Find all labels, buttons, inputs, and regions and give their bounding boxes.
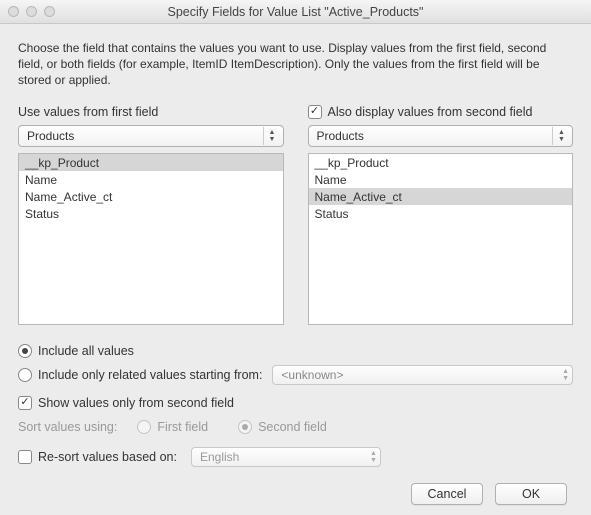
first-field-column: Use values from first field Products ▲▼ … xyxy=(18,103,284,325)
show-second-only-label: Show values only from second field xyxy=(38,396,234,410)
include-related-value: <unknown> xyxy=(281,368,343,382)
also-display-label: Also display values from second field xyxy=(328,105,533,119)
include-all-row: Include all values xyxy=(18,339,573,363)
list-item[interactable]: Name_Active_ct xyxy=(309,188,573,205)
sort-second-label: Second field xyxy=(258,420,327,434)
list-item[interactable]: Name xyxy=(19,171,283,188)
resort-row: Re-sort values based on: English ▲▼ xyxy=(18,445,573,469)
ok-button[interactable]: OK xyxy=(495,483,567,505)
sort-first-label: First field xyxy=(157,420,208,434)
window-title: Specify Fields for Value List "Active_Pr… xyxy=(8,5,583,19)
list-item[interactable]: Status xyxy=(19,205,283,222)
select-arrows-icon: ▲▼ xyxy=(263,127,281,145)
list-item[interactable]: Name xyxy=(309,171,573,188)
first-field-table-select[interactable]: Products ▲▼ xyxy=(18,125,284,147)
dialog-buttons: Cancel OK xyxy=(18,483,573,505)
second-field-table-value: Products xyxy=(317,129,364,143)
window-controls xyxy=(8,6,55,17)
sort-first-radio xyxy=(137,420,151,434)
include-related-select[interactable]: <unknown> ▲▼ xyxy=(272,365,573,385)
list-item[interactable]: Status xyxy=(309,205,573,222)
select-arrows-icon: ▲▼ xyxy=(562,368,569,382)
also-display-checkbox[interactable] xyxy=(308,105,322,119)
list-item[interactable]: __kp_Product xyxy=(309,154,573,171)
second-field-table-select[interactable]: Products ▲▼ xyxy=(308,125,574,147)
select-arrows-icon: ▲▼ xyxy=(370,450,377,464)
field-columns: Use values from first field Products ▲▼ … xyxy=(18,103,573,325)
include-related-row: Include only related values starting fro… xyxy=(18,363,573,387)
second-field-header: Also display values from second field xyxy=(308,103,574,121)
sort-values-row: Sort values using: First field Second fi… xyxy=(18,415,573,439)
titlebar: Specify Fields for Value List "Active_Pr… xyxy=(0,0,591,24)
second-field-listbox[interactable]: __kp_Product Name Name_Active_ct Status xyxy=(308,153,574,325)
options-group: Include all values Include only related … xyxy=(18,339,573,469)
first-field-listbox[interactable]: __kp_Product Name Name_Active_ct Status xyxy=(18,153,284,325)
list-item[interactable]: __kp_Product xyxy=(19,154,283,171)
sort-second-radio xyxy=(238,420,252,434)
show-second-only-checkbox[interactable] xyxy=(18,396,32,410)
minimize-icon[interactable] xyxy=(26,6,37,17)
resort-language-select[interactable]: English ▲▼ xyxy=(191,447,381,467)
show-second-only-row: Show values only from second field xyxy=(18,391,573,415)
sort-values-label: Sort values using: xyxy=(18,420,117,434)
resort-language-value: English xyxy=(200,450,239,464)
include-related-radio[interactable] xyxy=(18,368,32,382)
select-arrows-icon: ▲▼ xyxy=(552,127,570,145)
include-all-label: Include all values xyxy=(38,344,134,358)
include-all-radio[interactable] xyxy=(18,344,32,358)
cancel-button[interactable]: Cancel xyxy=(411,483,483,505)
description-text: Choose the field that contains the value… xyxy=(18,40,573,89)
resort-checkbox[interactable] xyxy=(18,450,32,464)
first-field-table-value: Products xyxy=(27,129,74,143)
list-item[interactable]: Name_Active_ct xyxy=(19,188,283,205)
first-field-header: Use values from first field xyxy=(18,103,284,121)
zoom-icon[interactable] xyxy=(44,6,55,17)
dialog-content: Choose the field that contains the value… xyxy=(0,24,591,515)
second-field-column: Also display values from second field Pr… xyxy=(308,103,574,325)
include-related-label: Include only related values starting fro… xyxy=(38,368,262,382)
close-icon[interactable] xyxy=(8,6,19,17)
resort-label: Re-sort values based on: xyxy=(38,450,177,464)
